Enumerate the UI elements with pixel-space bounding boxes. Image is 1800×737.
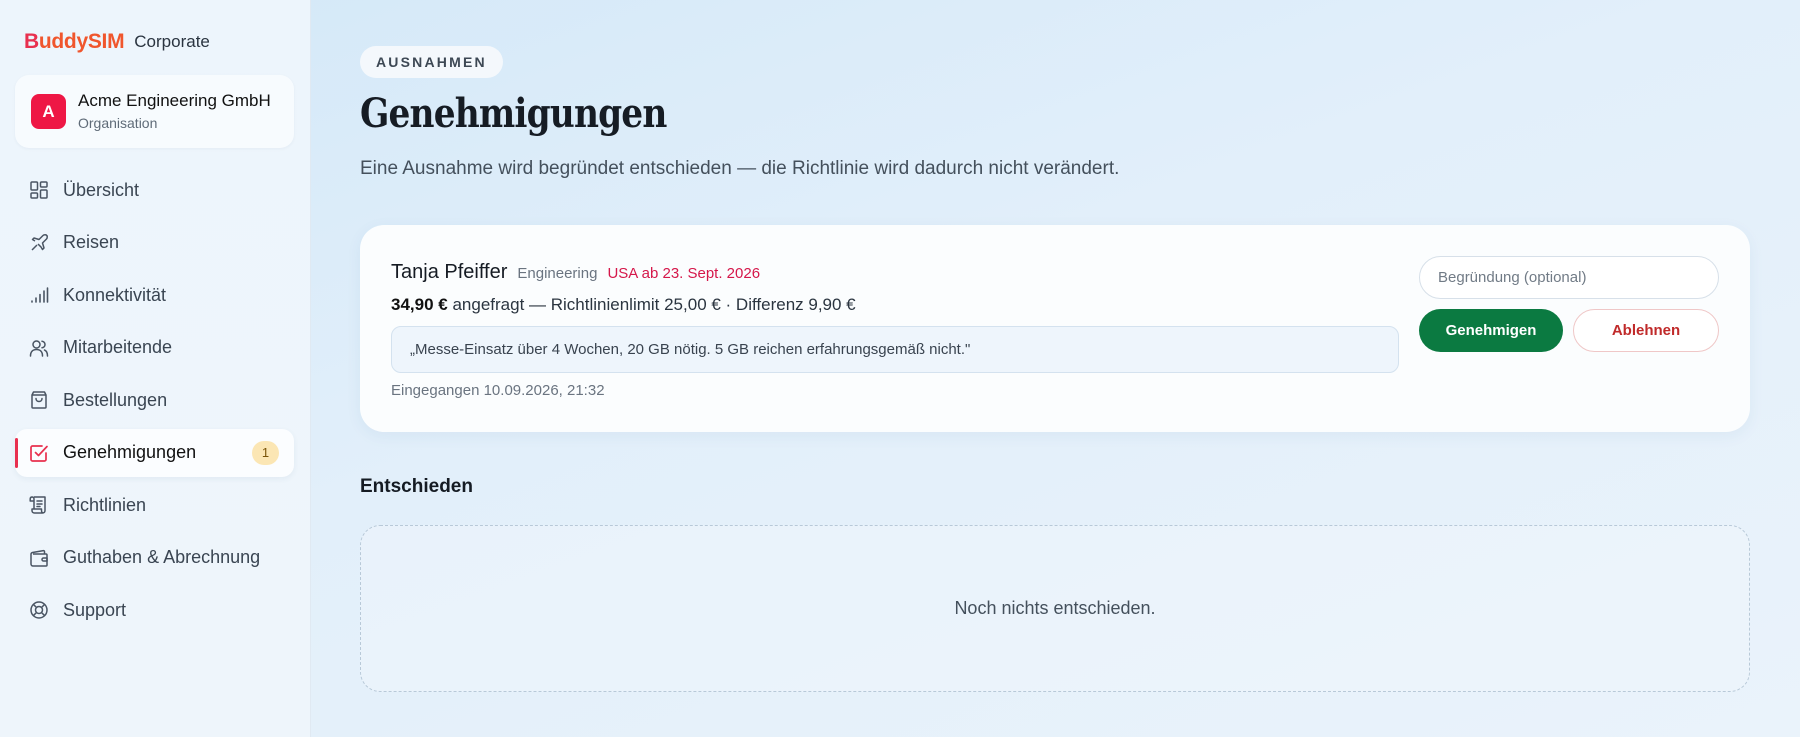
main-content: AUSNAHMEN Genehmigungen Eine Ausnahme wi… bbox=[360, 0, 1750, 737]
brand-logo: BuddySIM bbox=[24, 30, 125, 53]
requested-amount: 34,90 € bbox=[391, 295, 448, 314]
signal-icon bbox=[29, 285, 49, 305]
requester-department: Engineering bbox=[517, 265, 598, 282]
lifebuoy-icon bbox=[29, 600, 49, 620]
scroll-icon bbox=[29, 495, 49, 515]
users-icon bbox=[29, 338, 49, 358]
decided-empty-state: Noch nichts entschieden. bbox=[360, 525, 1750, 692]
trip-destination: USA ab 23. Sept. 2026 bbox=[607, 265, 761, 282]
sidebar-item-bestellungen[interactable]: Bestellungen bbox=[15, 376, 294, 424]
amount-details: angefragt — Richtlinienlimit 25,00 € · D… bbox=[447, 295, 856, 314]
org-avatar: A bbox=[31, 94, 66, 129]
requester-name: Tanja Pfeiffer bbox=[391, 261, 508, 283]
org-name: Acme Engineering GmbH bbox=[78, 91, 271, 110]
request-header: Tanja Pfeiffer Engineering USA ab 23. Se… bbox=[391, 261, 760, 284]
sidebar-item-konnektivitaet[interactable]: Konnektivität bbox=[15, 271, 294, 319]
org-switcher[interactable]: A Acme Engineering GmbH Organisation bbox=[15, 75, 294, 148]
reject-button[interactable]: Ablehnen bbox=[1573, 309, 1719, 352]
check-square-icon bbox=[29, 443, 49, 463]
brand-sub: Corporate bbox=[134, 32, 210, 51]
sidebar-item-uebersicht[interactable]: Übersicht bbox=[15, 166, 294, 214]
sidebar-item-label: Bestellungen bbox=[63, 389, 168, 410]
received-timestamp: Eingegangen 10.09.2026, 21:32 bbox=[391, 382, 605, 399]
approve-button[interactable]: Genehmigen bbox=[1419, 309, 1563, 352]
sidebar-item-label: Support bbox=[63, 599, 127, 620]
org-role: Organisation bbox=[78, 115, 158, 131]
request-justification: „Messe-Einsatz über 4 Wochen, 20 GB nöti… bbox=[391, 326, 1399, 373]
approval-request-card: Tanja Pfeiffer Engineering USA ab 23. Se… bbox=[360, 225, 1750, 432]
sidebar-item-label: Übersicht bbox=[63, 179, 140, 200]
sidebar-item-support[interactable]: Support bbox=[15, 586, 294, 634]
sidebar-item-label: Mitarbeitende bbox=[63, 337, 173, 357]
bag-icon bbox=[29, 390, 49, 410]
sidebar-item-genehmigungen[interactable]: Genehmigungen 1 bbox=[15, 428, 294, 477]
pending-count-badge: 1 bbox=[252, 440, 279, 465]
wallet-icon bbox=[29, 548, 49, 568]
reason-input[interactable] bbox=[1419, 256, 1719, 299]
sidebar-item-reisen[interactable]: Reisen bbox=[15, 219, 294, 267]
empty-state-text: Noch nichts entschieden. bbox=[954, 598, 1156, 618]
section-eyebrow: AUSNAHMEN bbox=[360, 46, 503, 78]
sidebar-item-label: Richtlinien bbox=[63, 494, 147, 515]
sidebar-item-mitarbeitende[interactable]: Mitarbeitende bbox=[15, 324, 294, 372]
sidebar-item-label: Genehmigungen bbox=[63, 442, 197, 462]
brand[interactable]: BuddySIM Corporate bbox=[24, 28, 210, 56]
page-title: Genehmigungen bbox=[360, 90, 667, 137]
sidebar-item-richtlinien[interactable]: Richtlinien bbox=[15, 481, 294, 529]
sidebar-item-guthaben[interactable]: Guthaben & Abrechnung bbox=[15, 534, 294, 582]
decided-section-title: Entschieden bbox=[360, 476, 473, 497]
sidebar-item-label: Konnektivität bbox=[63, 284, 167, 305]
dashboard-icon bbox=[29, 180, 49, 200]
request-amounts: 34,90 € angefragt — Richtlinienlimit 25,… bbox=[391, 295, 856, 315]
page-subtitle: Eine Ausnahme wird begründet entschieden… bbox=[360, 158, 1120, 179]
sidebar-nav: Übersicht Reisen Konnektivität Mitarbeit… bbox=[15, 166, 294, 639]
sidebar-item-label: Guthaben & Abrechnung bbox=[63, 547, 261, 567]
sidebar-item-label: Reisen bbox=[63, 232, 120, 252]
sidebar: BuddySIM Corporate A Acme Engineering Gm… bbox=[0, 0, 311, 737]
plane-icon bbox=[29, 233, 49, 253]
